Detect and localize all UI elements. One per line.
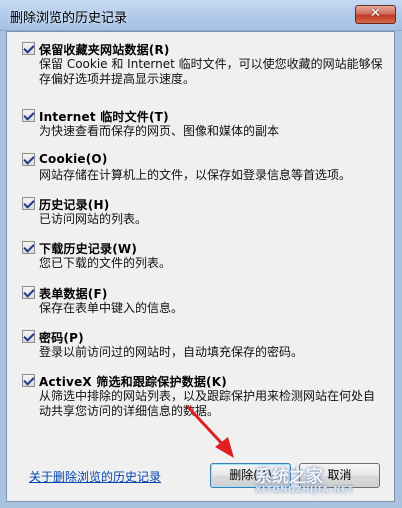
watermark-subtext: XITONGZHIJIA.NET [255,485,355,494]
watermark: 系统之家 XITONGZHIJIA.NET [255,462,395,502]
annotation-arrow [186,405,234,458]
watermark-text: 系统之家 [255,467,323,487]
arrow-shaft [186,405,228,450]
